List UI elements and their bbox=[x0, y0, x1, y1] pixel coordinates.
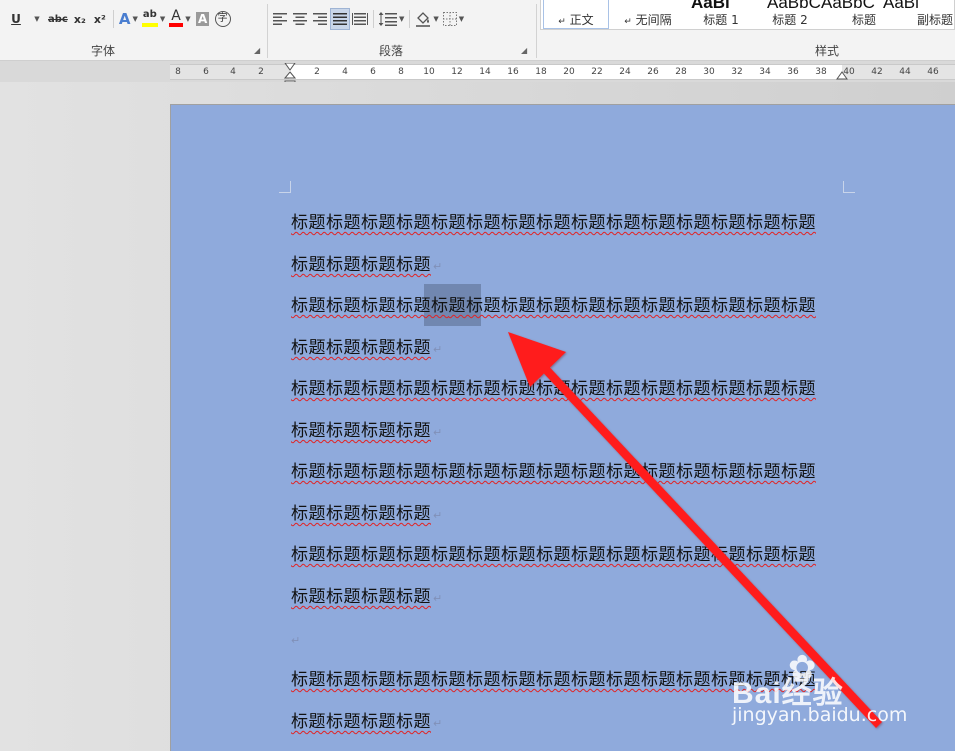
watermark-url: jingyan.baidu.com bbox=[732, 704, 908, 726]
baidu-jingyan-watermark: ✿ Bai经验 jingyan.baidu.com bbox=[732, 648, 952, 728]
annotation-arrow bbox=[508, 332, 882, 728]
